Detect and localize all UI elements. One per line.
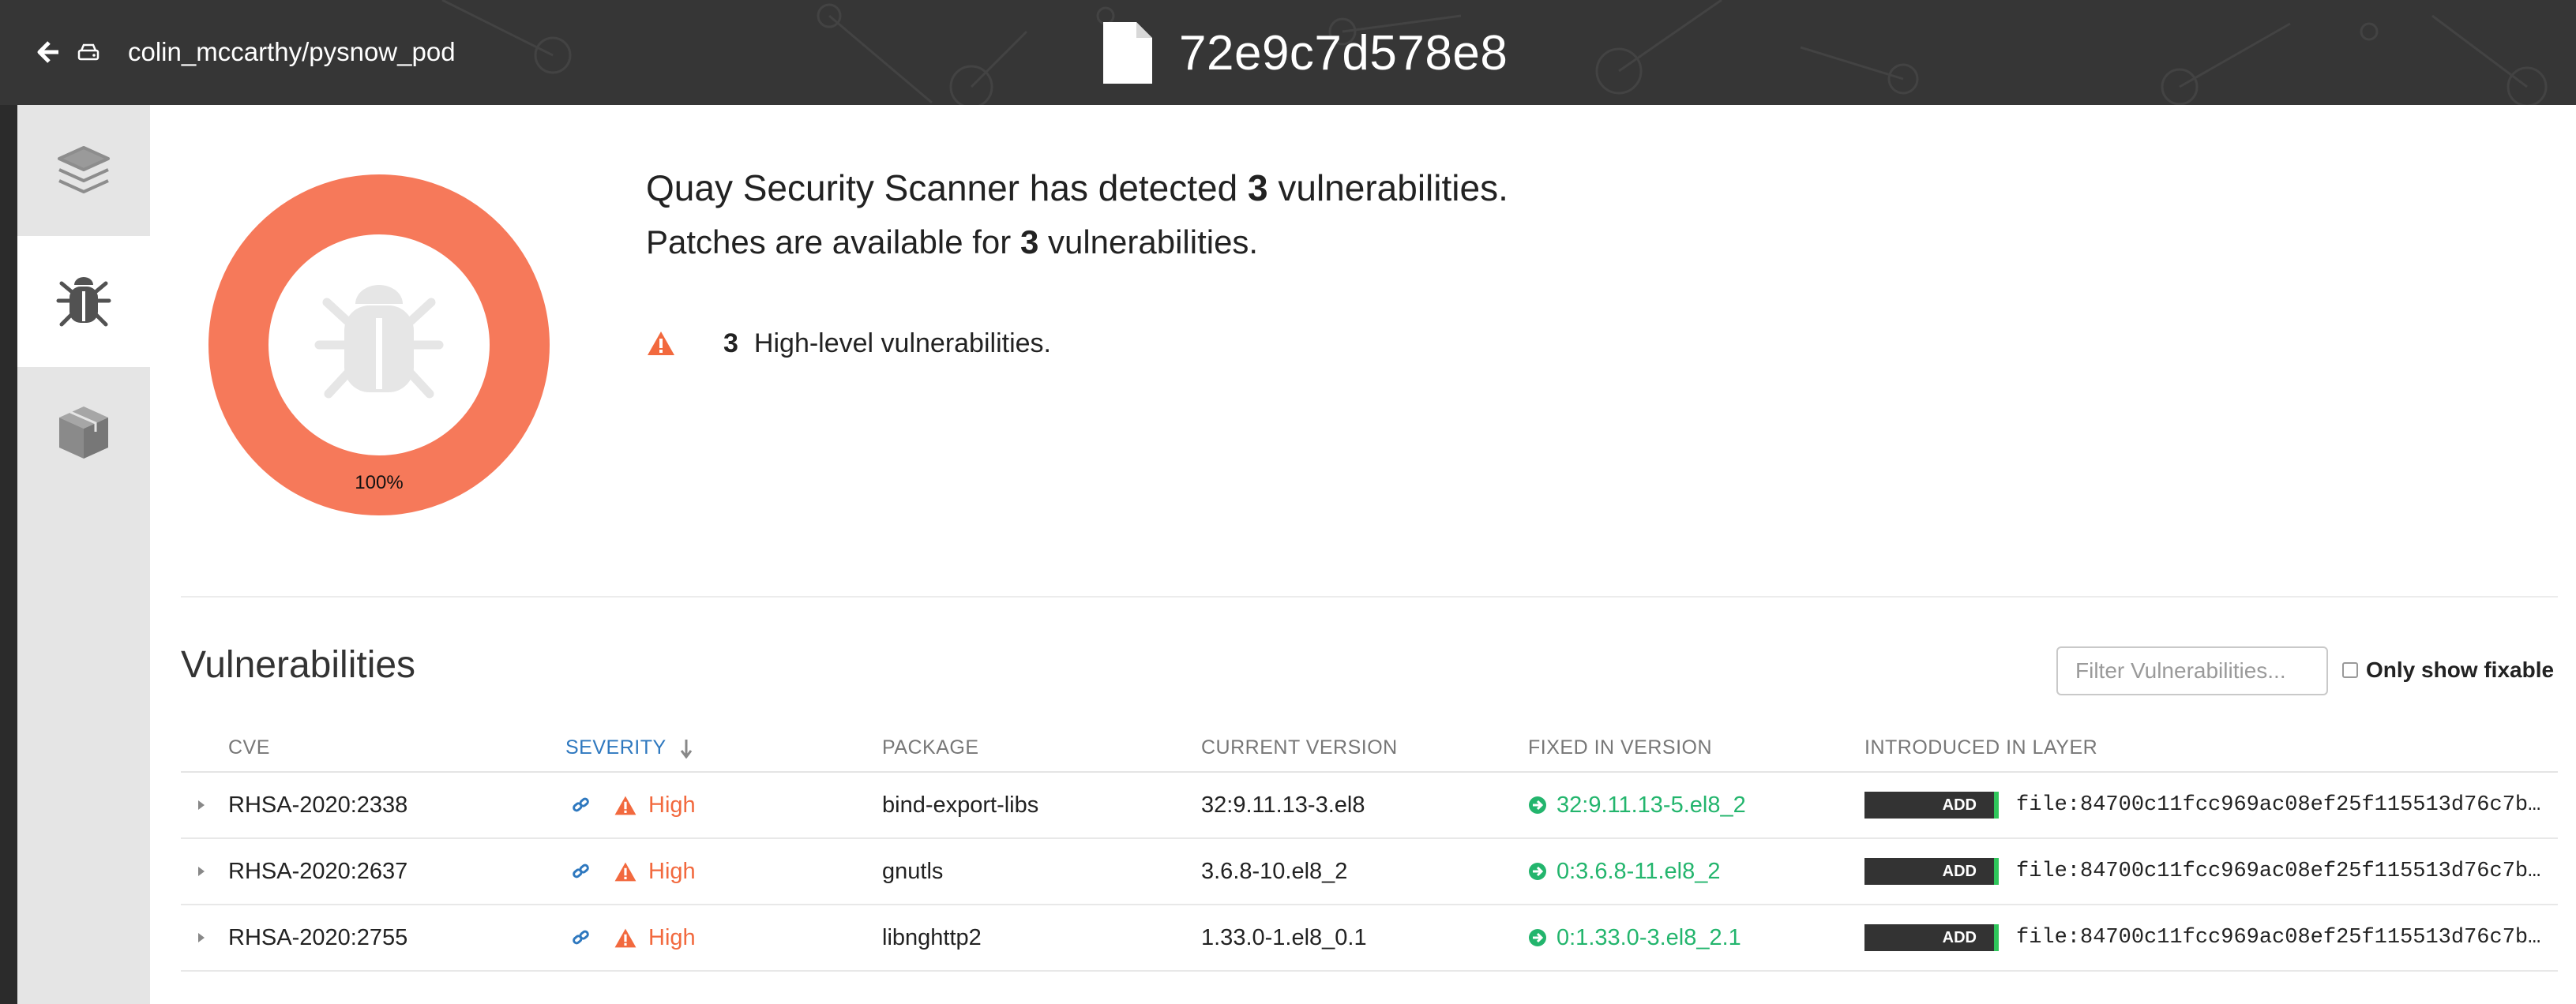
expand-row-icon[interactable] bbox=[197, 839, 206, 904]
sidebar-tab-packages[interactable] bbox=[17, 367, 150, 498]
column-header-fixed-version[interactable]: FIXED IN VERSION bbox=[1528, 736, 1712, 759]
table-row[interactable]: RHSA-2020:2338 High bind-export-libs 32:… bbox=[181, 773, 2558, 839]
external-link-icon[interactable] bbox=[572, 773, 591, 837]
layer-command: file:84700c11fcc969ac08ef25f115513d76c7b… bbox=[2016, 860, 2541, 883]
donut-percent-label: 100% bbox=[355, 472, 403, 493]
column-header-severity[interactable]: SEVERITY bbox=[565, 736, 667, 759]
column-header-introduced-layer[interactable]: INTRODUCED IN LAYER bbox=[1864, 736, 2097, 759]
package-icon bbox=[59, 406, 108, 459]
warning-triangle-icon bbox=[614, 796, 636, 815]
external-link-icon[interactable] bbox=[572, 905, 591, 970]
arrow-circle-right-icon bbox=[1529, 929, 1546, 946]
introduced-layer: ADD file:84700c11fcc969ac08ef25f115513d7… bbox=[1864, 773, 2540, 837]
package-name: gnutls bbox=[882, 858, 944, 884]
high-severity-summary: 3 High-level vulnerabilities. bbox=[646, 324, 1051, 363]
only-fixable-toggle[interactable]: Only show fixable bbox=[2342, 657, 2554, 683]
sidebar-tab-security[interactable] bbox=[17, 236, 150, 367]
cve-id[interactable]: RHSA-2020:2338 bbox=[228, 773, 407, 837]
table-row[interactable]: RHSA-2020:2755 High libnghttp2 1.33.0-1.… bbox=[181, 905, 2558, 972]
bug-icon bbox=[56, 277, 111, 327]
filter-vulnerabilities-input[interactable] bbox=[2056, 646, 2328, 695]
severity-high: High bbox=[614, 905, 696, 970]
sidebar-tab-layers[interactable] bbox=[17, 105, 150, 236]
only-fixable-label: Only show fixable bbox=[2366, 657, 2555, 682]
cve-id[interactable]: RHSA-2020:2755 bbox=[228, 905, 407, 970]
fixed-version: 0:3.6.8-11.el8_2 bbox=[1528, 839, 1720, 904]
patches-summary: Patches are available for 3 vulnerabilit… bbox=[646, 223, 1259, 260]
arrow-circle-right-icon bbox=[1529, 863, 1546, 880]
back-to-repository-link[interactable]: colin_mccarthy/pysnow_pod bbox=[36, 35, 456, 69]
layer-command-badge: ADD bbox=[1864, 792, 1999, 819]
top-header: colin_mccarthy/pysnow_pod 72e9c7d578e8 bbox=[0, 0, 2576, 105]
package-name: libnghttp2 bbox=[882, 924, 982, 950]
layers-icon bbox=[58, 146, 110, 193]
package-name: bind-export-libs bbox=[882, 792, 1039, 818]
hdd-icon bbox=[77, 43, 117, 61]
column-header-current-version[interactable]: CURRENT VERSION bbox=[1201, 736, 1398, 759]
vulnerability-donut-chart: 100% bbox=[208, 174, 550, 515]
layer-command: file:84700c11fcc969ac08ef25f115513d76c7b… bbox=[2016, 793, 2541, 817]
layer-command-badge: ADD bbox=[1864, 924, 1999, 951]
column-header-package[interactable]: PACKAGE bbox=[882, 736, 979, 759]
high-label: High-level vulnerabilities. bbox=[753, 328, 1051, 358]
high-count: 3 bbox=[723, 328, 738, 358]
external-link-icon[interactable] bbox=[572, 839, 591, 904]
layer-command: file:84700c11fcc969ac08ef25f115513d76c7b… bbox=[2016, 926, 2541, 950]
introduced-layer: ADD file:84700c11fcc969ac08ef25f115513d7… bbox=[1864, 905, 2540, 970]
expand-row-icon[interactable] bbox=[197, 773, 206, 837]
warning-triangle-icon bbox=[614, 862, 636, 881]
vulnerabilities-table: CVE SEVERITY PACKAGE CURRENT VERSION FIX… bbox=[181, 727, 2558, 972]
current-version: 3.6.8-10.el8_2 bbox=[1201, 858, 1348, 884]
page-title: 72e9c7d578e8 bbox=[1102, 17, 1508, 88]
cve-id[interactable]: RHSA-2020:2637 bbox=[228, 839, 407, 904]
vulnerabilities-heading: Vulnerabilities bbox=[181, 644, 416, 686]
column-header-cve[interactable]: CVE bbox=[228, 736, 270, 759]
table-row[interactable]: RHSA-2020:2637 High gnutls 3.6.8-10.el8_… bbox=[181, 839, 2558, 905]
sort-down-icon[interactable] bbox=[680, 738, 693, 759]
warning-triangle-icon bbox=[648, 332, 674, 355]
arrow-left-icon bbox=[37, 41, 58, 63]
only-fixable-checkbox[interactable] bbox=[2342, 662, 2358, 678]
bug-icon bbox=[314, 285, 444, 399]
file-icon bbox=[1102, 21, 1154, 85]
repository-name: colin_mccarthy/pysnow_pod bbox=[128, 37, 456, 66]
fixed-version: 32:9.11.13-5.el8_2 bbox=[1528, 773, 1746, 837]
scan-summary: Quay Security Scanner has detected 3 vul… bbox=[646, 163, 1508, 264]
severity-high: High bbox=[614, 773, 696, 837]
severity-high: High bbox=[614, 839, 696, 904]
current-version: 32:9.11.13-3.el8 bbox=[1201, 792, 1365, 818]
arrow-circle-right-icon bbox=[1529, 796, 1546, 814]
warning-triangle-icon bbox=[614, 928, 636, 947]
detected-summary: Quay Security Scanner has detected 3 vul… bbox=[646, 167, 1508, 208]
fixed-version: 0:1.33.0-3.el8_2.1 bbox=[1528, 905, 1741, 970]
table-header: CVE SEVERITY PACKAGE CURRENT VERSION FIX… bbox=[181, 727, 2558, 773]
image-id: 72e9c7d578e8 bbox=[1179, 25, 1508, 81]
layer-command-badge: ADD bbox=[1864, 858, 1999, 885]
section-divider bbox=[181, 596, 2558, 598]
security-scan-panel: 100% Quay Security Scanner has detected … bbox=[150, 105, 2576, 1004]
introduced-layer: ADD file:84700c11fcc969ac08ef25f115513d7… bbox=[1864, 839, 2540, 904]
expand-row-icon[interactable] bbox=[197, 905, 206, 970]
current-version: 1.33.0-1.el8_0.1 bbox=[1201, 924, 1367, 950]
sidebar bbox=[17, 105, 150, 1004]
left-gutter bbox=[0, 105, 17, 1004]
